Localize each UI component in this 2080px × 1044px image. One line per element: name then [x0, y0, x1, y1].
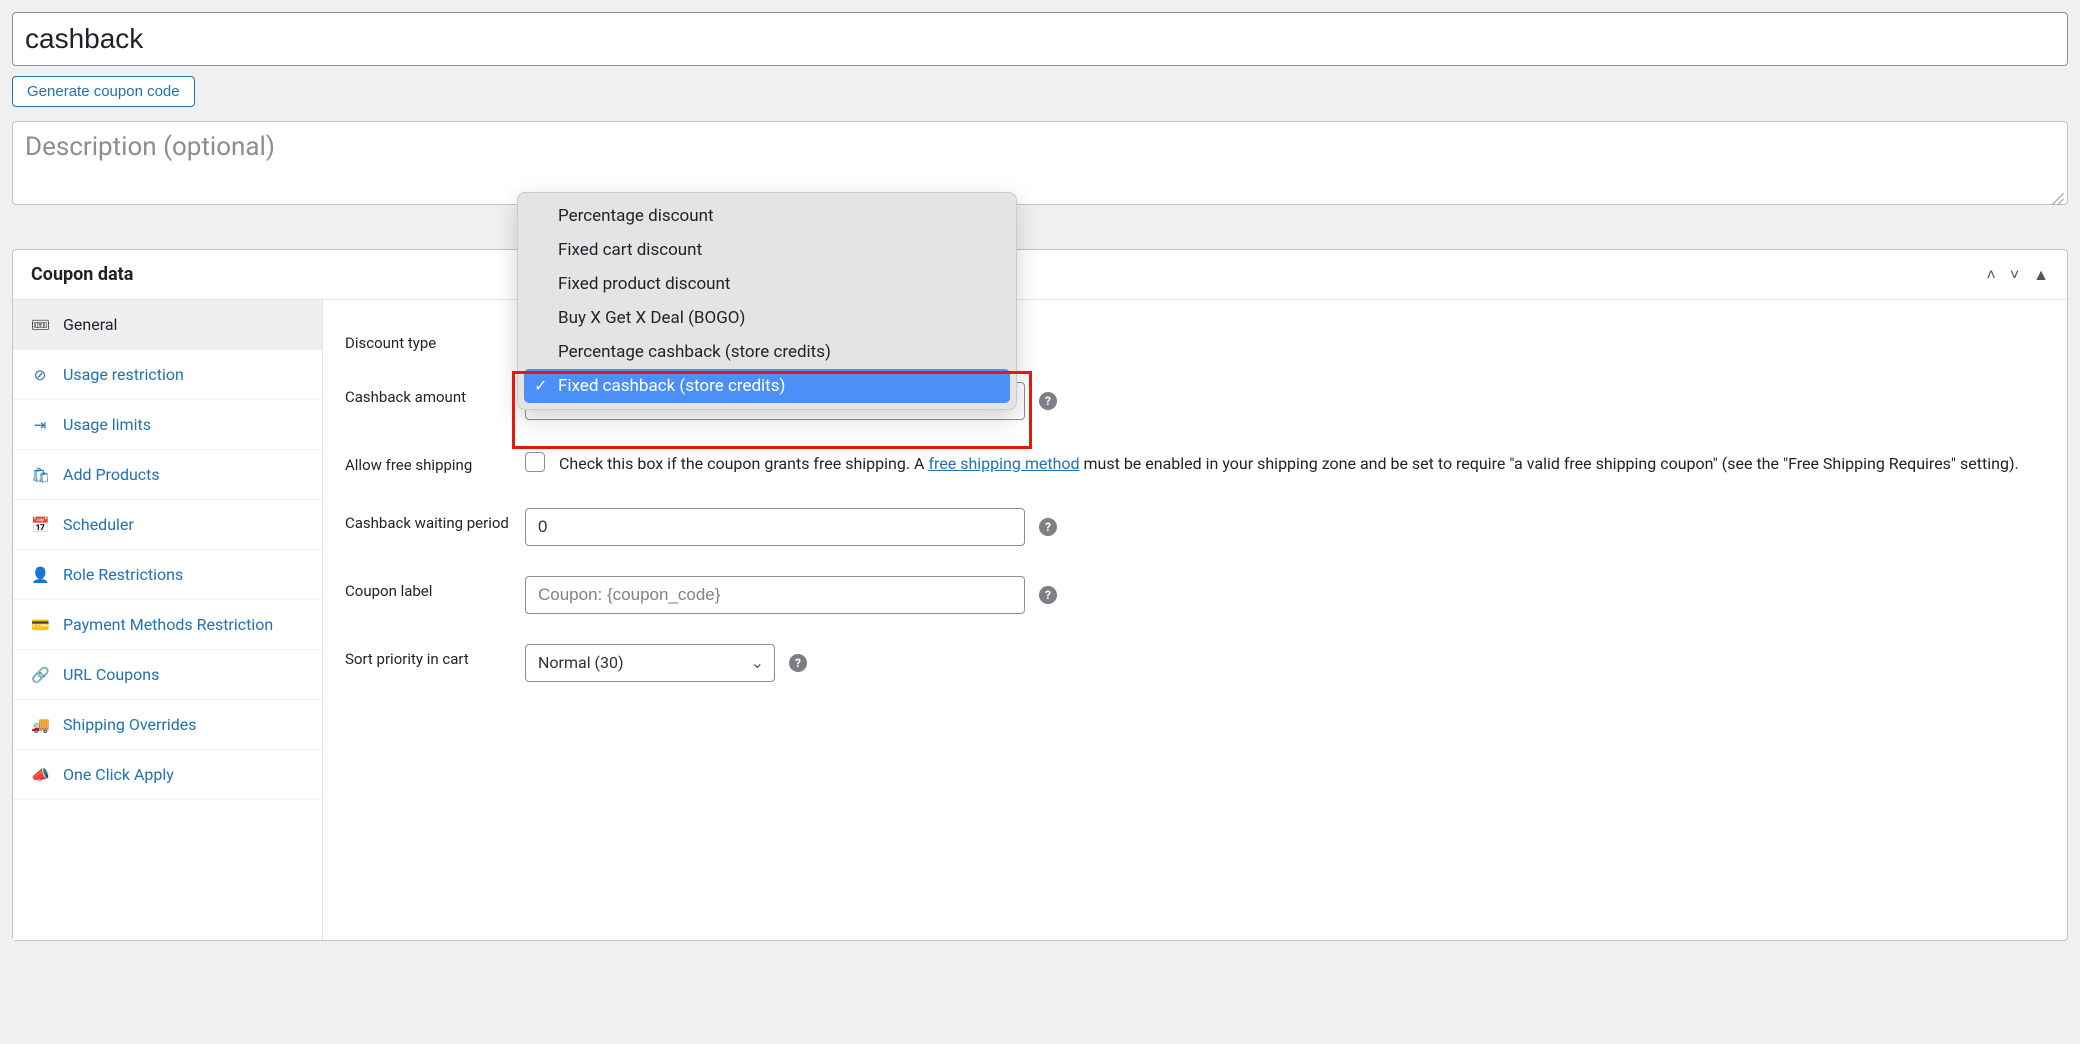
coupon-title-input[interactable] — [12, 12, 2068, 66]
dropdown-option[interactable]: Fixed cart discount — [524, 233, 1010, 267]
allow-free-shipping-label: Allow free shipping — [345, 450, 525, 474]
free-shipping-description: Check this box if the coupon grants free… — [559, 450, 2019, 477]
help-icon[interactable]: ? — [1039, 392, 1057, 410]
cashback-amount-label: Cashback amount — [345, 382, 525, 406]
tab-label: Scheduler — [63, 515, 134, 534]
coupon-label-input[interactable] — [525, 576, 1025, 614]
shipping-overrides-icon: 🚚 — [31, 716, 49, 734]
coupon-data-tabs: 🎟 General ⊘ Usage restriction ⇥ Usage limits 🛍… — [13, 300, 323, 940]
panel-move-up-icon[interactable]: ˄ — [1986, 265, 1995, 285]
scheduler-icon: 📅 — [31, 516, 49, 534]
help-icon[interactable]: ? — [789, 654, 807, 672]
usage-limits-icon: ⇥ — [31, 416, 49, 434]
discount-type-dropdown[interactable]: Percentage discountFixed cart discountFi… — [517, 192, 1017, 410]
tab-label: URL Coupons — [63, 665, 159, 684]
panel-move-down-icon[interactable]: ˅ — [2010, 265, 2019, 285]
tab-label: Role Restrictions — [63, 565, 183, 584]
tab-scheduler[interactable]: 📅 Scheduler — [13, 500, 322, 550]
dropdown-option[interactable]: Percentage cashback (store credits) — [524, 335, 1010, 369]
tab-label: General — [63, 315, 117, 334]
tab-label: Usage restriction — [63, 365, 184, 384]
tab-label: Usage limits — [63, 415, 151, 434]
dropdown-option[interactable]: Percentage discount — [524, 199, 1010, 233]
resize-handle-icon — [2051, 192, 2065, 206]
help-icon[interactable]: ? — [1039, 518, 1057, 536]
tab-usage-limits[interactable]: ⇥ Usage limits — [13, 400, 322, 450]
chevron-down-icon: ⌄ — [751, 653, 764, 672]
help-icon[interactable]: ? — [1039, 586, 1057, 604]
one-click-apply-icon: 📣 — [31, 766, 49, 784]
tab-label: Payment Methods Restriction — [63, 615, 273, 634]
tab-payment-methods-restriction[interactable]: 💳 Payment Methods Restriction — [13, 600, 322, 650]
discount-type-label: Discount type — [345, 328, 525, 352]
tab-label: One Click Apply — [63, 765, 174, 784]
panel-collapse-icon[interactable]: ▲ — [2033, 265, 2049, 285]
allow-free-shipping-checkbox[interactable] — [525, 452, 545, 472]
general-icon: 🎟 — [31, 316, 49, 334]
generate-coupon-code-button[interactable]: Generate coupon code — [12, 76, 195, 107]
role-restrictions-icon: 👤 — [31, 566, 49, 584]
url-coupons-icon: 🔗 — [31, 666, 49, 684]
coupon-data-panel: Coupon data ˄ ˅ ▲ 🎟 General ⊘ Usage restric… — [12, 249, 2068, 941]
dropdown-option[interactable]: Fixed product discount — [524, 267, 1010, 301]
tab-role-restrictions[interactable]: 👤 Role Restrictions — [13, 550, 322, 600]
coupon-label-label: Coupon label — [345, 576, 525, 600]
panel-title: Coupon data — [31, 264, 133, 285]
cashback-waiting-period-input[interactable] — [525, 508, 1025, 546]
tab-shipping-overrides[interactable]: 🚚 Shipping Overrides — [13, 700, 322, 750]
usage-restriction-icon: ⊘ — [31, 366, 49, 384]
dropdown-option[interactable]: Fixed cashback (store credits) — [524, 369, 1010, 403]
payment-methods-restriction-icon: 💳 — [31, 616, 49, 634]
tab-general[interactable]: 🎟 General — [13, 300, 322, 350]
dropdown-option[interactable]: Buy X Get X Deal (BOGO) — [524, 301, 1010, 335]
tab-add-products[interactable]: 🛍 Add Products — [13, 450, 322, 500]
tab-usage-restriction[interactable]: ⊘ Usage restriction — [13, 350, 322, 400]
sort-priority-value: Normal (30) — [538, 653, 624, 672]
tab-one-click-apply[interactable]: 📣 One Click Apply — [13, 750, 322, 800]
tab-label: Add Products — [63, 465, 160, 484]
free-shipping-method-link[interactable]: free shipping method — [928, 454, 1079, 473]
tab-url-coupons[interactable]: 🔗 URL Coupons — [13, 650, 322, 700]
tab-label: Shipping Overrides — [63, 715, 197, 734]
add-products-icon: 🛍 — [31, 466, 49, 484]
sort-priority-select[interactable]: Normal (30) ⌄ — [525, 644, 775, 682]
sort-priority-label: Sort priority in cart — [345, 644, 525, 668]
cashback-waiting-period-label: Cashback waiting period — [345, 508, 525, 532]
coupon-description-textarea[interactable] — [12, 121, 2068, 205]
